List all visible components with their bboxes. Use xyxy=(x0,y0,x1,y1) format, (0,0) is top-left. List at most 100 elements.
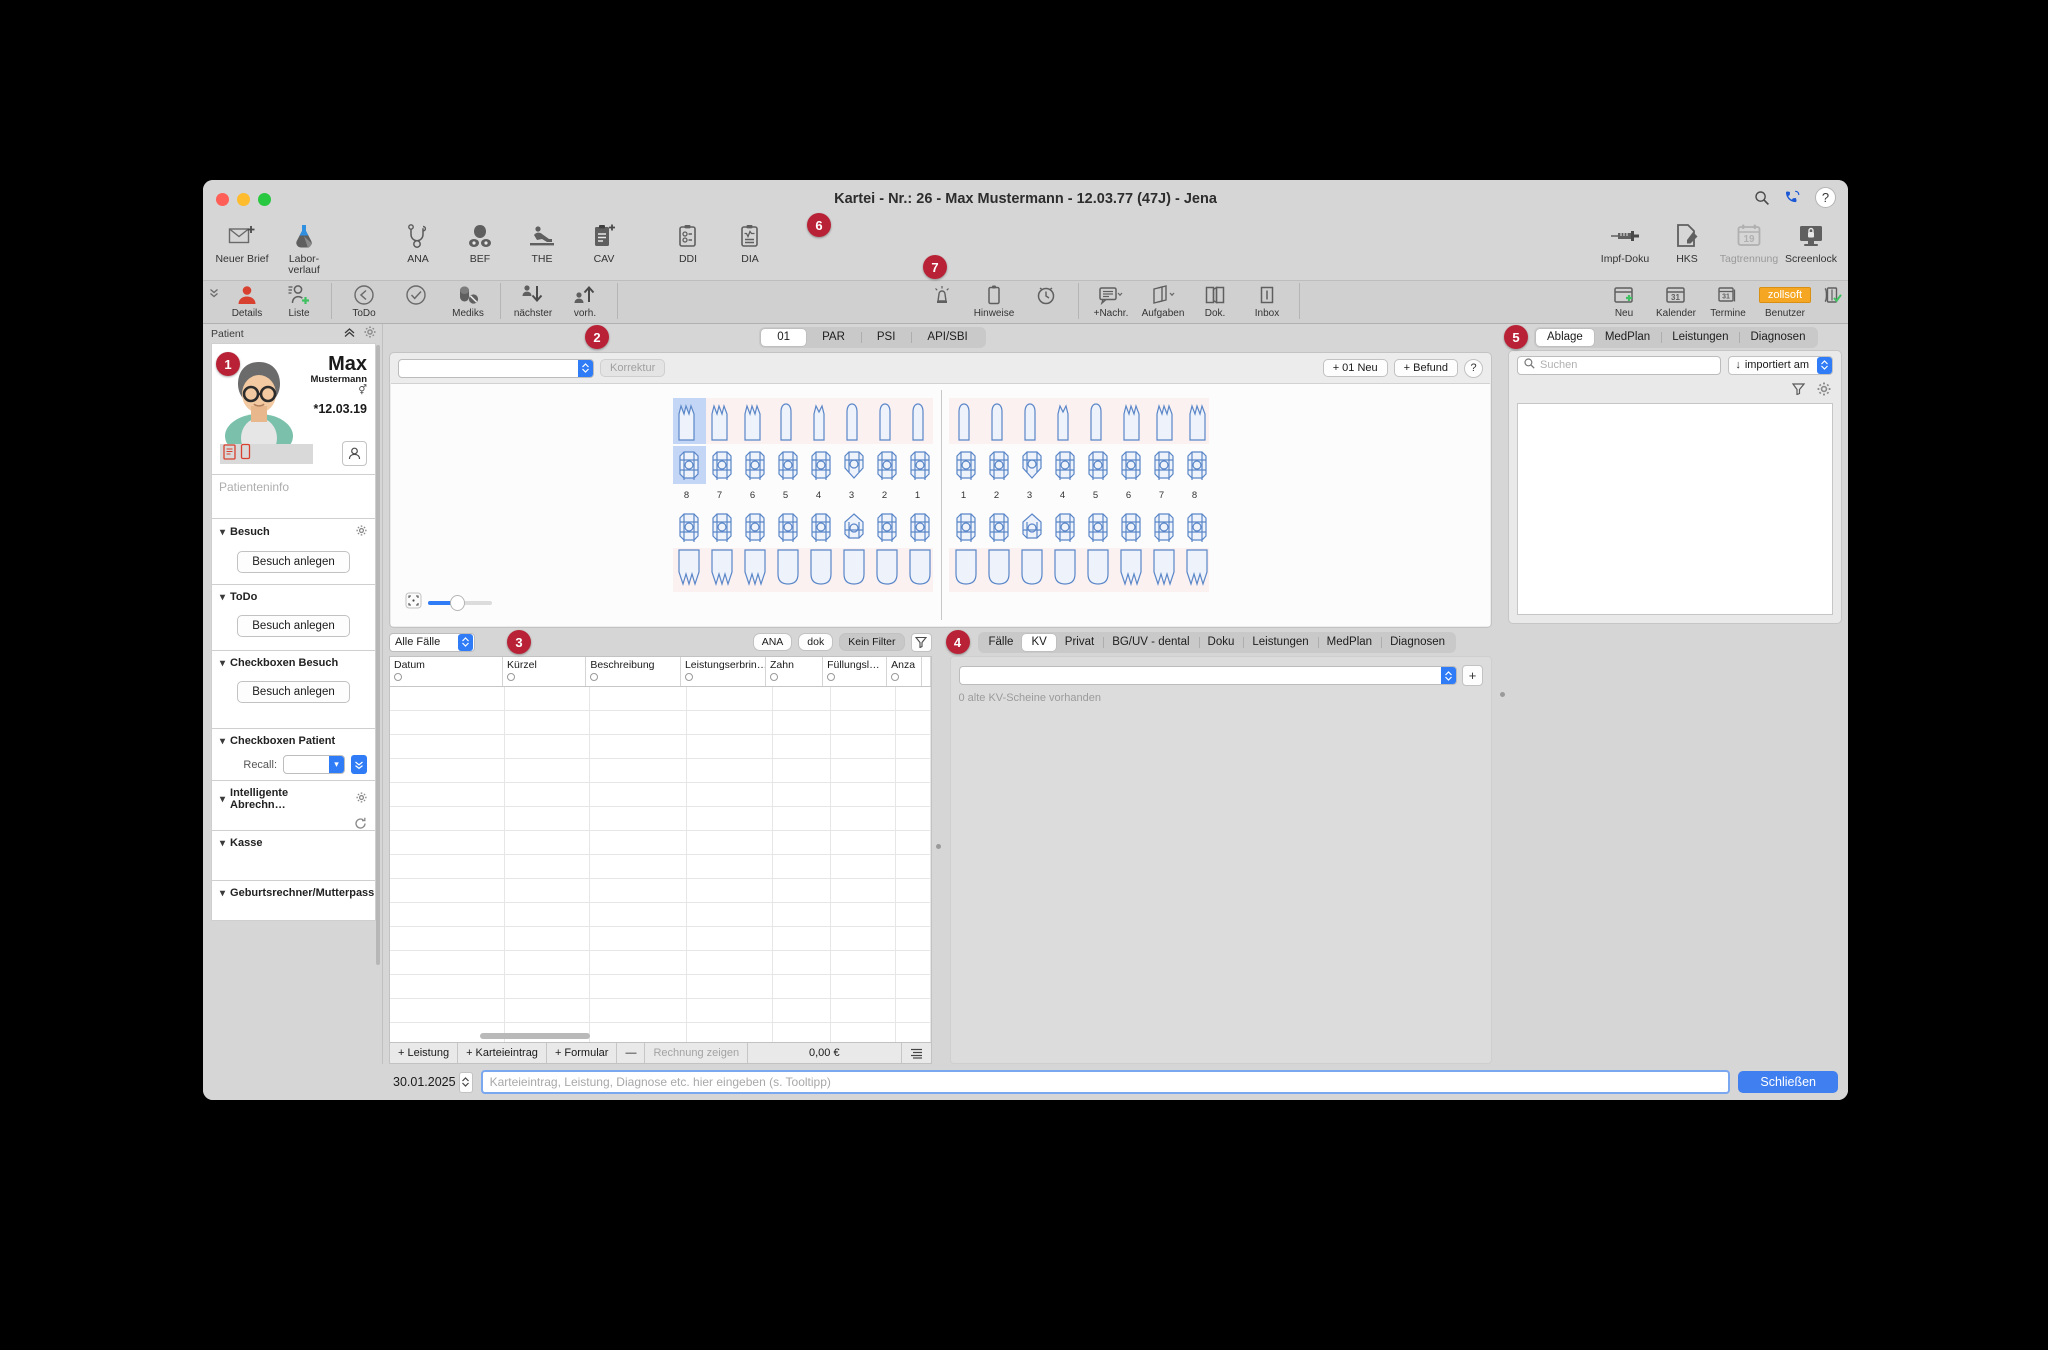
collapse-chevron-icon[interactable] xyxy=(207,281,221,299)
toolbar-check[interactable] xyxy=(390,281,442,308)
toolbar-benutzer[interactable]: zollsoft Benutzer xyxy=(1754,281,1816,319)
toolbar-impf-doku[interactable]: Impf-Doku xyxy=(1594,218,1656,265)
tab-bguv[interactable]: BG/UV - dental xyxy=(1103,634,1198,651)
tab-01[interactable]: 01 xyxy=(761,328,807,346)
tab-leistungen[interactable]: Leistungen xyxy=(1243,634,1317,651)
sidebar-section-checkboxen-besuch-header[interactable]: ▾ Checkboxen Besuch xyxy=(220,657,367,669)
table-row[interactable] xyxy=(390,831,931,855)
table-col-beschreibung[interactable]: Beschreibung xyxy=(586,657,681,686)
checkboxen-besuch-anlegen-button[interactable]: Besuch anlegen xyxy=(237,681,350,703)
tab-psi[interactable]: PSI xyxy=(860,329,912,346)
table-col-datum[interactable]: Datum xyxy=(390,657,504,686)
list-icon[interactable] xyxy=(902,1043,931,1063)
phone-icon[interactable] xyxy=(1784,190,1801,206)
tab-leistungen-right[interactable]: Leistungen xyxy=(1661,329,1739,346)
sort-stepper-icon[interactable] xyxy=(1817,356,1832,374)
sidebar-scrollbar[interactable] xyxy=(376,345,380,965)
remove-row-button[interactable]: — xyxy=(617,1043,646,1063)
sidebar-section-geburtsrechner-header[interactable]: ▾ Geburtsrechner/Mutterpass xyxy=(220,887,374,899)
add-leistung-button[interactable]: + Leistung xyxy=(390,1043,459,1063)
ablage-list[interactable] xyxy=(1517,403,1833,615)
tab-ablage[interactable]: Ablage xyxy=(1536,328,1594,346)
sidebar-section-kasse-header[interactable]: ▾ Kasse xyxy=(220,837,367,849)
toolbar-liste[interactable]: Liste xyxy=(273,281,325,319)
toolbar-clock[interactable] xyxy=(1020,281,1072,308)
toolbar-ana[interactable]: ANA xyxy=(387,218,449,265)
toolbar-dia[interactable]: DIA xyxy=(719,218,781,265)
case-filter-select[interactable]: Alle Fälle xyxy=(389,632,475,652)
quick-entry-input[interactable]: Karteieintrag, Leistung, Diagnose etc. h… xyxy=(480,1070,1731,1094)
recall-dropdown-icon[interactable]: ▾ xyxy=(329,756,344,773)
gear-icon[interactable] xyxy=(1817,382,1831,401)
tab-faelle[interactable]: Fälle xyxy=(980,634,1023,651)
chart-zoom-control[interactable] xyxy=(405,592,492,614)
todo-besuch-anlegen-button[interactable]: Besuch anlegen xyxy=(237,615,350,637)
person-detail-button[interactable] xyxy=(342,441,367,466)
table-col-leistungserbringer[interactable]: Leistungserbrin… xyxy=(681,657,767,686)
befund-button[interactable]: + Befund xyxy=(1393,359,1458,377)
chart-zoom-slider-knob[interactable] xyxy=(450,595,465,611)
show-invoice-button[interactable]: Rechnung zeigen xyxy=(645,1043,749,1063)
refresh-icon[interactable] xyxy=(354,817,367,835)
toolbar-new-letter[interactable]: Neuer Brief xyxy=(211,218,273,265)
toolbar-the[interactable]: THE xyxy=(511,218,573,265)
tab-par[interactable]: PAR xyxy=(806,329,861,346)
toolbar-nachricht[interactable]: +Nachr. xyxy=(1085,281,1137,319)
toolbar-lab-history[interactable]: Labor- verlauf xyxy=(273,218,335,276)
sidebar-section-abrechnung-header[interactable]: ▾ Intelligente Abrechn… xyxy=(220,787,367,811)
recall-double-chevron-icon[interactable] xyxy=(351,755,367,774)
korrektur-button[interactable]: Korrektur xyxy=(600,359,666,377)
table-row[interactable] xyxy=(390,687,931,711)
toolbar-hinweise[interactable]: Hinweise xyxy=(968,281,1020,319)
toolbar-inbox[interactable]: Inbox xyxy=(1241,281,1293,319)
tab-diagnosen[interactable]: Diagnosen xyxy=(1381,634,1454,651)
collapse-up-icon[interactable] xyxy=(343,327,356,341)
funnel-icon[interactable] xyxy=(1791,382,1806,400)
toolbar-kalender[interactable]: 31 Kalender xyxy=(1650,281,1702,319)
tab-doku[interactable]: Doku xyxy=(1198,634,1244,651)
toolbar-details[interactable]: Details xyxy=(221,281,273,319)
gear-icon[interactable] xyxy=(364,326,376,341)
tab-medplan-right[interactable]: MedPlan xyxy=(1594,329,1661,346)
clipboard-red-icon[interactable] xyxy=(222,443,237,465)
help-button[interactable]: ? xyxy=(1815,187,1836,208)
search-input[interactable]: Suchen xyxy=(1517,355,1722,375)
tab-kv[interactable]: KV xyxy=(1022,633,1056,651)
chart-zoom-slider[interactable] xyxy=(428,595,492,611)
besuch-anlegen-button[interactable]: Besuch anlegen xyxy=(237,551,350,573)
toolbar-aufgaben[interactable]: Aufgaben xyxy=(1137,281,1189,319)
close-window-button[interactable]: Schließen xyxy=(1738,1071,1838,1093)
phone-red-icon[interactable] xyxy=(240,443,251,465)
sidebar-section-checkboxen-patient-header[interactable]: ▾ Checkboxen Patient xyxy=(220,735,367,747)
gear-icon[interactable] xyxy=(356,525,367,539)
zoom-button[interactable] xyxy=(258,192,271,206)
toolbar-neu[interactable]: Neu xyxy=(1598,281,1650,319)
table-row[interactable] xyxy=(390,783,931,807)
table-row[interactable] xyxy=(390,903,931,927)
case-filter-stepper-icon[interactable] xyxy=(458,633,473,651)
sort-select[interactable]: ↓ importiert am xyxy=(1728,355,1833,375)
add-formular-button[interactable]: + Formular xyxy=(547,1043,618,1063)
kv-add-button[interactable]: + xyxy=(1462,665,1483,686)
kv-schein-select[interactable] xyxy=(958,666,1457,685)
toolbar-cav[interactable]: CAV xyxy=(573,218,635,265)
tab-diagnosen-right[interactable]: Diagnosen xyxy=(1739,329,1816,346)
chart-select[interactable] xyxy=(398,358,594,378)
date-field[interactable]: 30.01.2025 xyxy=(393,1071,473,1093)
table-body[interactable] xyxy=(390,687,931,1042)
table-row[interactable] xyxy=(390,927,931,951)
gear-icon[interactable] xyxy=(356,792,367,806)
toolbar-alert[interactable] xyxy=(916,281,968,308)
table-row[interactable] xyxy=(390,711,931,735)
sidebar-section-besuch-header[interactable]: ▾ Besuch xyxy=(220,525,367,539)
filter-kein-filter-button[interactable]: Kein Filter xyxy=(839,633,905,651)
search-icon[interactable] xyxy=(1754,190,1770,206)
table-row[interactable] xyxy=(390,999,931,1023)
toolbar-ddi[interactable]: DDI xyxy=(657,218,719,265)
table-row[interactable] xyxy=(390,879,931,903)
table-horizontal-scrollbar[interactable] xyxy=(480,1033,590,1039)
tab-api-sbi[interactable]: API/SBI xyxy=(911,329,983,346)
table-row[interactable] xyxy=(390,807,931,831)
chart-select-stepper-icon[interactable] xyxy=(578,359,593,377)
kv-select-stepper-icon[interactable] xyxy=(1441,667,1456,684)
